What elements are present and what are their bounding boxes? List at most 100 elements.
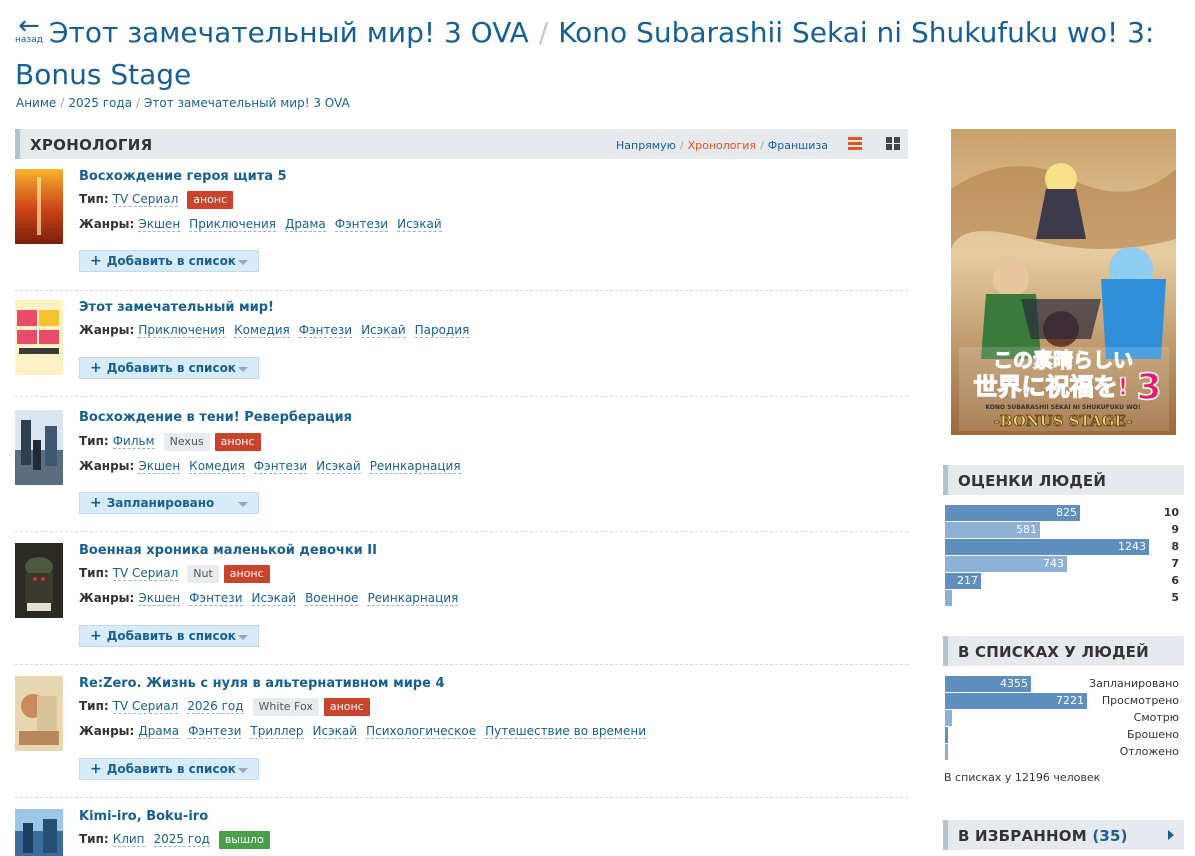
- list-item: Военная хроника маленькой девочки II Тип…: [15, 543, 908, 665]
- type-link[interactable]: TV Сериал: [112, 699, 179, 714]
- breadcrumb: Аниме/2025 года / Этот замечательный мир! …: [16, 96, 350, 110]
- genre-link[interactable]: Приключения: [138, 323, 226, 338]
- studio-tag[interactable]: Nexus: [163, 433, 210, 451]
- genre-link[interactable]: Фэнтези: [298, 323, 353, 338]
- add-to-list-button[interactable]: + Добавить в список: [79, 758, 259, 780]
- genre-link[interactable]: Военное: [305, 591, 359, 606]
- view-franchise[interactable]: Франшиза: [768, 139, 828, 152]
- type-link[interactable]: Фильм: [112, 434, 155, 449]
- entry-title[interactable]: Восхождение в тени! Реверберация: [79, 410, 352, 426]
- entry-thumbnail[interactable]: [15, 809, 63, 856]
- genre-link[interactable]: Экшен: [138, 217, 181, 232]
- list-item: Re:Zero. Жизнь с нуля в альтернативном м…: [15, 676, 908, 798]
- genre-link[interactable]: Триллер: [250, 724, 304, 739]
- genre-link[interactable]: Фэнтези: [189, 591, 243, 606]
- genre-link[interactable]: Приключения: [189, 217, 276, 232]
- list-row: 4355 Запланировано: [945, 676, 1183, 692]
- entry-title[interactable]: Kimi-iro, Boku-iro: [79, 809, 208, 825]
- status-badge: анонс: [323, 698, 370, 716]
- genre-link[interactable]: Психологическое: [366, 724, 477, 739]
- list-item: Восхождение героя щита 5 Тип: TV Сериал ан…: [15, 169, 908, 291]
- entry-thumbnail[interactable]: [15, 543, 63, 618]
- genre-link[interactable]: Исэкай: [397, 217, 442, 232]
- entry-title[interactable]: Этот замечательный мир!: [79, 300, 274, 316]
- entry-type-row: Тип: TV Сериал 2026 год White Fox анонс: [79, 697, 375, 716]
- entry-thumbnail[interactable]: [15, 676, 63, 751]
- genre-link[interactable]: Комедия: [189, 459, 245, 474]
- list-label: Запланировано: [1089, 677, 1179, 690]
- genre-link[interactable]: Комедия: [234, 323, 290, 338]
- genre-link[interactable]: Фэнтези: [188, 724, 242, 739]
- favorites-header[interactable]: В ИЗБРАННОМ (35): [943, 820, 1184, 850]
- entry-title[interactable]: Восхождение героя щита 5: [79, 169, 287, 185]
- score-label: 10: [1163, 506, 1179, 519]
- score-label: 8: [1171, 540, 1179, 553]
- genre-link[interactable]: Реинкарнация: [367, 591, 459, 606]
- entry-type-row: Тип: TV Сериал Nut анонс: [79, 564, 275, 583]
- type-link[interactable]: TV Сериал: [112, 566, 179, 581]
- planned-status-button[interactable]: + Запланировано: [79, 492, 259, 514]
- score-bar: [945, 590, 952, 606]
- breadcrumb-current[interactable]: Этот замечательный мир! 3 OVA: [144, 96, 350, 110]
- breadcrumb-sep: /: [60, 96, 65, 110]
- add-to-list-button[interactable]: + Добавить в список: [79, 250, 259, 272]
- lists-total: В списках у 12196 человек: [944, 771, 1101, 784]
- status-badge: анонс: [223, 565, 270, 583]
- studio-tag[interactable]: White Fox: [252, 698, 319, 716]
- entry-type-row: Тип: Клип 2025 год вышло: [79, 830, 275, 849]
- list-label: Просмотрено: [1101, 694, 1179, 707]
- entry-thumbnail[interactable]: [15, 169, 63, 244]
- genre-link[interactable]: Драма: [284, 217, 326, 232]
- entry-genres-row: Жанры: Экшен Комедия Фэнтези Исэкай Реинкарна…: [79, 459, 461, 474]
- year-link[interactable]: 2026 год: [187, 699, 244, 714]
- score-label: 5: [1171, 591, 1179, 604]
- breadcrumb-year[interactable]: 2025 года: [68, 96, 132, 110]
- studio-tag[interactable]: Nut: [187, 565, 219, 583]
- list-bar: [945, 727, 948, 743]
- chevron-down-icon: [238, 367, 248, 372]
- list-bar: 4355: [945, 676, 1031, 692]
- entry-title[interactable]: Военная хроника маленькой девочки II: [79, 543, 377, 559]
- view-chronology[interactable]: Хронология: [688, 139, 756, 152]
- chevron-down-icon: [238, 502, 248, 507]
- add-to-list-button[interactable]: + Добавить в список: [79, 357, 259, 379]
- breadcrumb-anime[interactable]: Аниме: [16, 96, 56, 110]
- genre-link[interactable]: Путешествие во времени: [485, 724, 647, 739]
- add-to-list-button[interactable]: + Добавить в список: [79, 625, 259, 647]
- poster-logo-number: 3: [1136, 367, 1161, 408]
- poster-logo-line1: この素晴らしい: [993, 348, 1133, 372]
- genre-link[interactable]: Фэнтези: [334, 217, 389, 232]
- score-row: 581 9: [945, 522, 1183, 538]
- score-row: 217 6: [945, 573, 1183, 589]
- genre-link[interactable]: Фэнтези: [253, 459, 308, 474]
- list-item: Этот замечательный мир! Жанры: Приключени…: [15, 300, 908, 397]
- grid-view-icon[interactable]: [886, 137, 900, 150]
- type-link[interactable]: Клип: [112, 832, 145, 847]
- genre-link[interactable]: Исэкай: [361, 323, 406, 338]
- genre-link[interactable]: Исэкай: [312, 724, 358, 739]
- entry-title[interactable]: Re:Zero. Жизнь с нуля в альтернативном м…: [79, 676, 445, 692]
- poster-logo-line2: 世界に祝福を!: [974, 373, 1129, 401]
- entry-thumbnail[interactable]: [15, 410, 63, 485]
- list-bar: 7221: [945, 693, 1087, 709]
- genre-link[interactable]: Пародия: [414, 323, 470, 338]
- score-bar: 1243: [945, 539, 1149, 555]
- entry-thumbnail[interactable]: [15, 300, 63, 375]
- year-link[interactable]: 2025 год: [153, 832, 210, 847]
- plus-icon: +: [90, 253, 102, 269]
- genre-link[interactable]: Драма: [138, 724, 180, 739]
- genre-link[interactable]: Экшен: [138, 591, 181, 606]
- type-link[interactable]: TV Сериал: [112, 192, 179, 207]
- list-view-icon[interactable]: [848, 137, 862, 150]
- genre-link[interactable]: Исэкай: [251, 591, 297, 606]
- poster-image[interactable]: この素晴らしい 世界に祝福を! 3 KONO SUBARASHII SEKAI …: [951, 129, 1176, 435]
- score-bar: 743: [945, 556, 1067, 572]
- view-direct[interactable]: Напрямую: [616, 139, 676, 152]
- genre-link[interactable]: Реинкарнация: [369, 459, 461, 474]
- score-label: 7: [1171, 557, 1179, 570]
- list-label: Отложено: [1119, 745, 1179, 758]
- entry-genres-row: Жанры: Приключения Комедия Фэнтези Исэкай Пар…: [79, 323, 470, 338]
- genre-link[interactable]: Исэкай: [316, 459, 361, 474]
- genre-link[interactable]: Экшен: [138, 459, 181, 474]
- list-item: Kimi-iro, Boku-iro Тип: Клип 2025 год вышло: [15, 809, 908, 856]
